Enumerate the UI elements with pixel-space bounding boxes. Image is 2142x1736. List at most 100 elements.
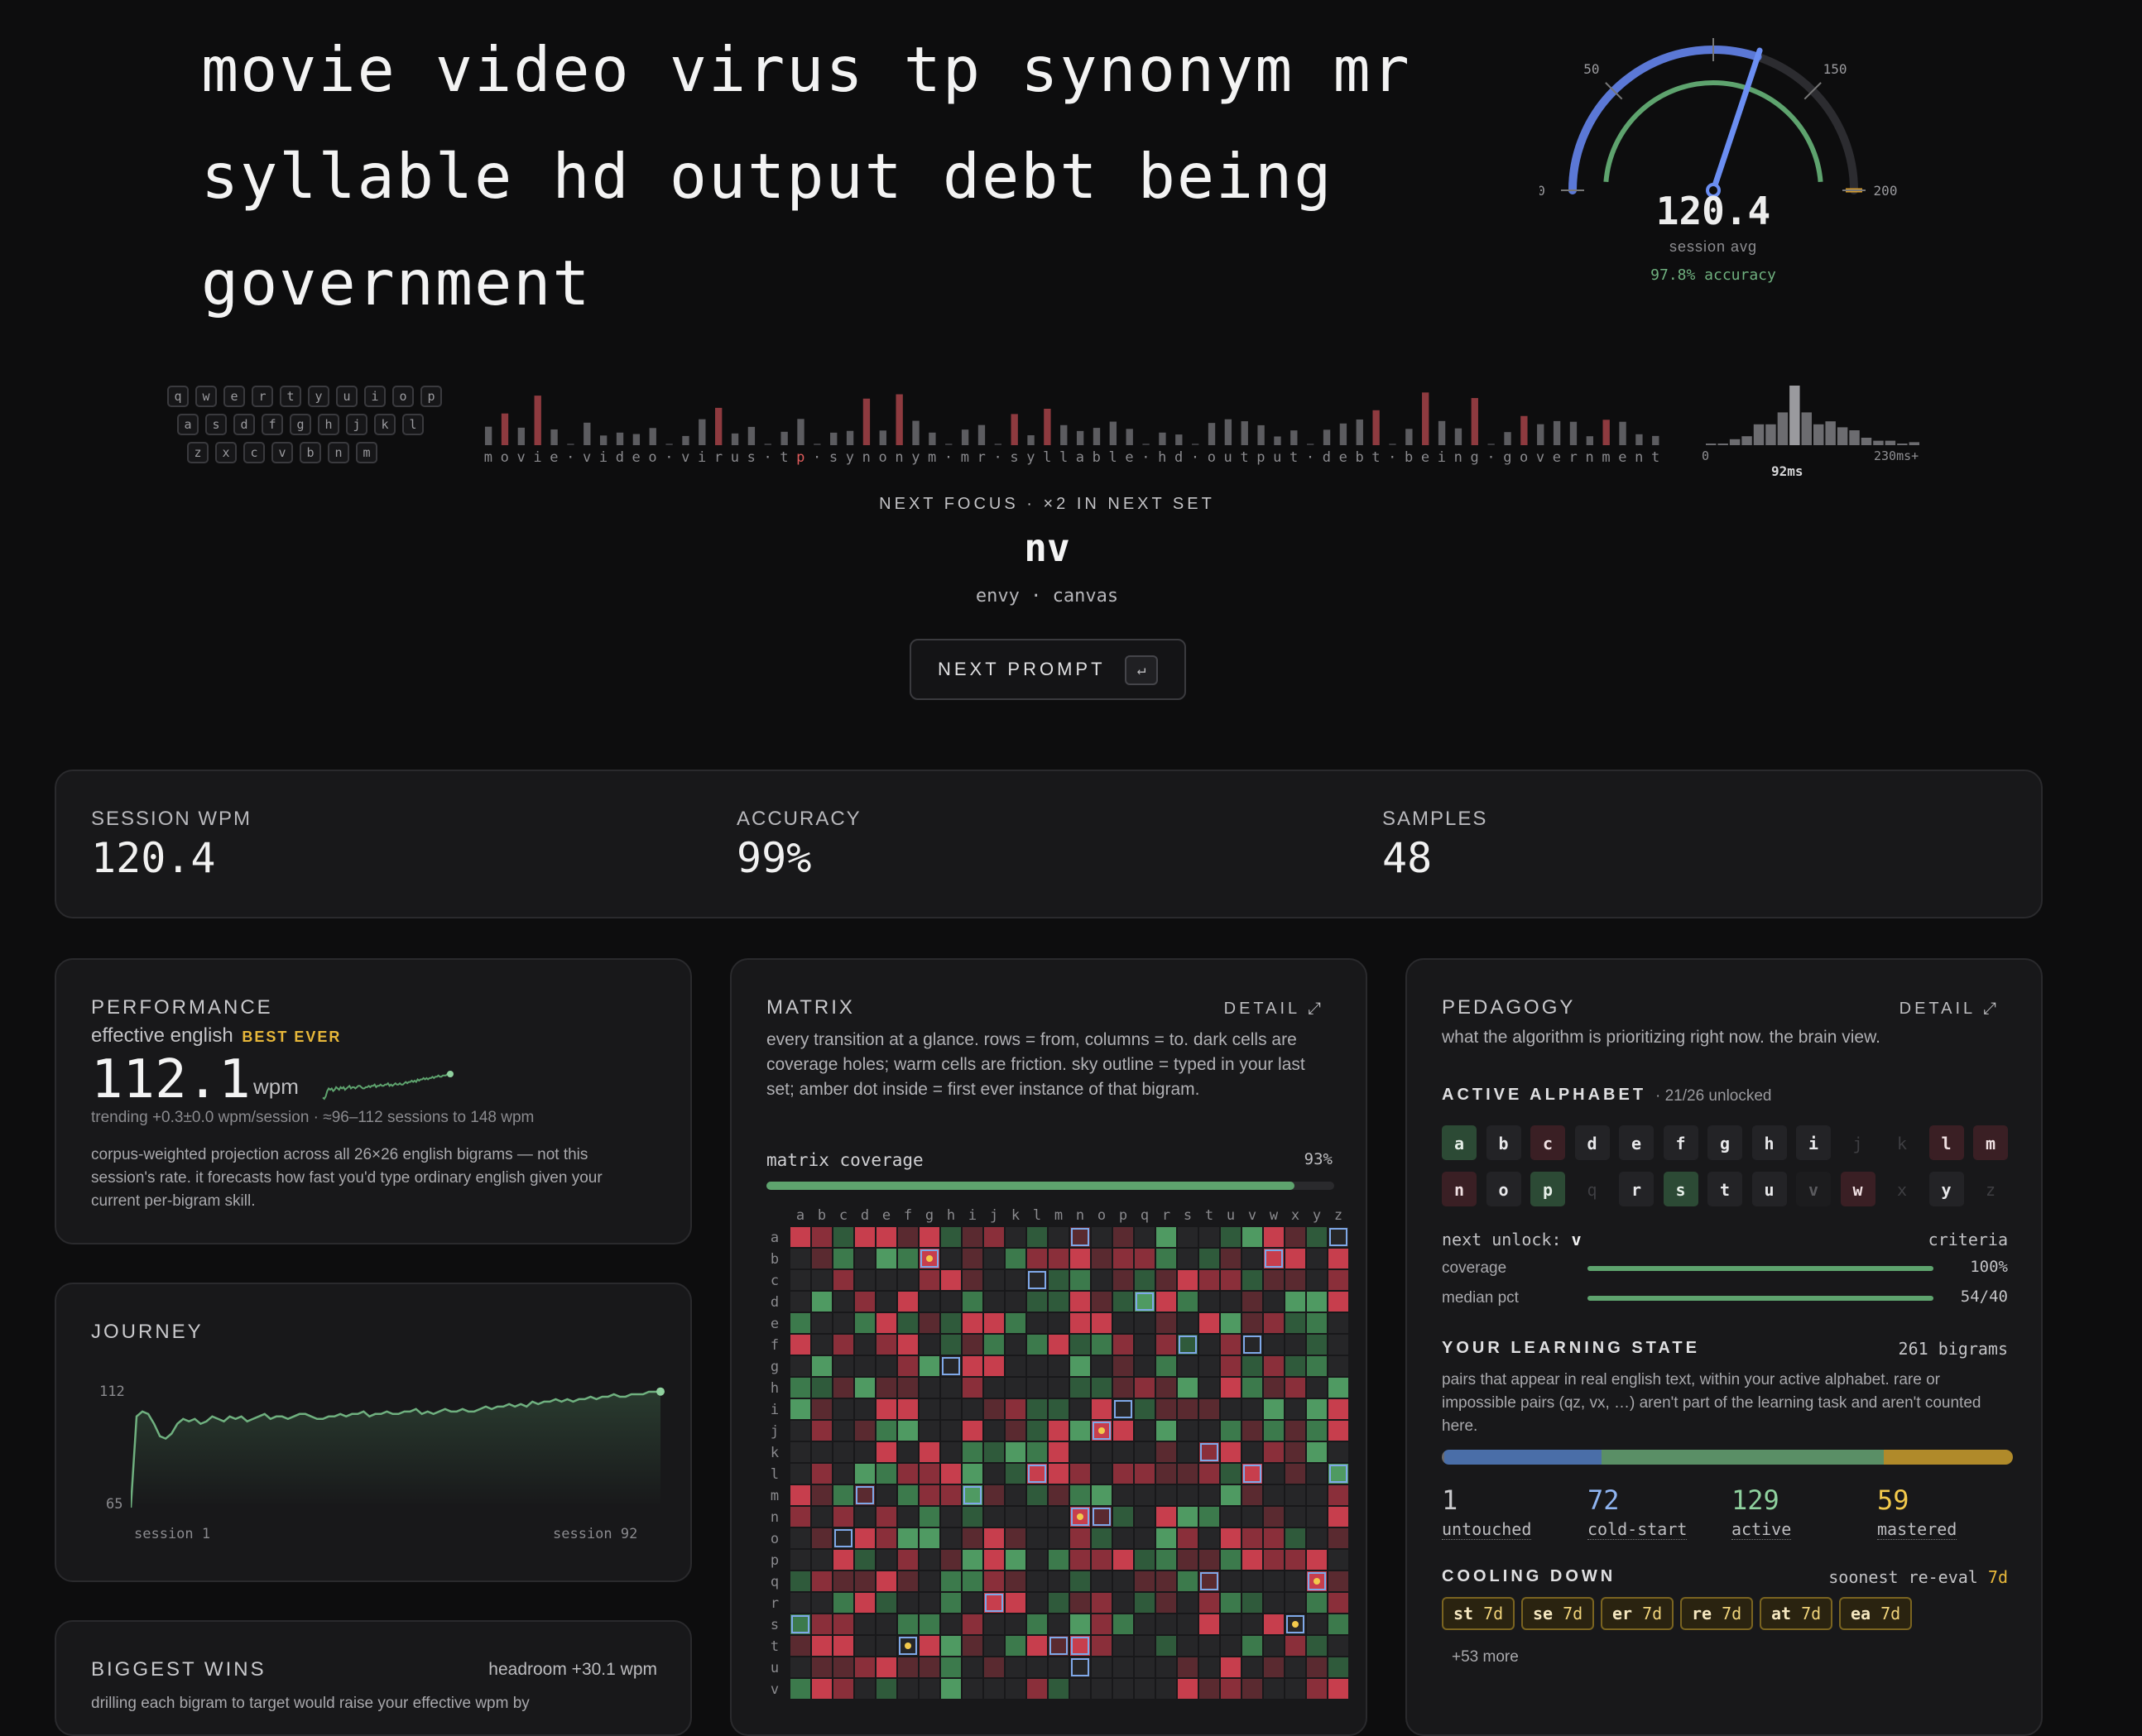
matrix-col-label: u [1227,1207,1235,1224]
matrix-cell [876,1399,896,1419]
matrix-cell [855,1227,875,1247]
cooling-more[interactable]: +53 more [1452,1648,1519,1666]
matrix-cell [963,1550,982,1570]
matrix-cell [1113,1571,1133,1591]
matrix-detail-link[interactable]: DETAIL ⤢ [1224,1000,1324,1019]
matrix-cell [1178,1657,1198,1677]
pedagogy-description: what the algorithm is prioritizing right… [1442,1028,1880,1047]
gauge-tick-label: 100 [1702,25,1726,26]
timeline-bar [1339,423,1347,445]
matrix-cell [1307,1421,1327,1441]
matrix-cell [941,1227,961,1247]
matrix-cell [963,1270,982,1290]
cooling-chip-ea[interactable]: ea 7d [1839,1597,1913,1630]
matrix-cell [1027,1679,1047,1699]
pedagogy-detail-link[interactable]: DETAIL ⤢ [1899,1000,2000,1019]
matrix-cell [1328,1270,1348,1290]
matrix-cell [898,1249,918,1268]
matrix-cell [963,1485,982,1505]
matrix-cell [790,1485,810,1505]
matrix-cell [876,1335,896,1355]
matrix-cell [1178,1270,1198,1290]
matrix-cell [1006,1550,1025,1570]
alphabet-letter-m: m [1973,1125,2008,1160]
matrix-cell [1264,1485,1284,1505]
matrix-cell [812,1292,832,1312]
gauge-tick-label: 0 [1539,183,1545,199]
gauge-track [1568,46,1858,194]
cooling-chip-st[interactable]: st 7d [1442,1597,1515,1630]
matrix-cell [1049,1378,1069,1398]
matrix-cell [1221,1335,1241,1355]
matrix-cell [1049,1679,1069,1699]
matrix-col-label: t [1205,1207,1213,1224]
performance-subtitle-text: effective english [91,1024,233,1047]
matrix-cell [1285,1356,1305,1376]
matrix-cell [855,1335,875,1355]
matrix-cell [984,1421,1004,1441]
timeline-char: · [665,449,673,466]
next-prompt-label: NEXT PROMPT [938,659,1106,679]
alphabet-letter-t: t [1707,1172,1742,1206]
timeline-bar [1422,392,1429,445]
histogram-bar [1813,424,1824,445]
cooling-chip-at[interactable]: at 7d [1760,1597,1833,1630]
matrix-cell [1264,1399,1284,1419]
matrix-cell [1092,1528,1112,1548]
timeline-bar [797,419,804,445]
timeline-bar [1011,414,1018,445]
matrix-cell [790,1528,810,1548]
matrix-cell [963,1399,982,1419]
matrix-cell [1156,1507,1176,1527]
matrix-cell [984,1528,1004,1548]
matrix-cell [790,1421,810,1441]
matrix-cell [1135,1507,1155,1527]
matrix-cell [920,1485,939,1505]
matrix-cell [1178,1227,1198,1247]
cooling-bigram: at [1771,1604,1792,1623]
journey-x-end: session 92 [553,1526,638,1542]
key-k: k [374,414,396,435]
matrix-cell [941,1528,961,1548]
matrix-cell [1070,1356,1090,1376]
matrix-cell [1027,1593,1047,1613]
criteria-coverage-label: coverage [1442,1259,1507,1277]
session-stats-panel: SESSION WPM 120.4 ACCURACY 99% SAMPLES 4… [55,770,2043,918]
matrix-cell [1307,1270,1327,1290]
matrix-cell [1285,1378,1305,1398]
matrix-row-label: t [771,1638,779,1655]
matrix-cell [963,1292,982,1312]
enter-key-icon: ↵ [1125,655,1158,685]
matrix-cell [812,1507,832,1527]
matrix-cell [1264,1227,1284,1247]
matrix-cell [1156,1249,1176,1268]
matrix-cell [898,1485,918,1505]
histogram-bar [1837,427,1848,445]
cooling-chip-er[interactable]: er 7d [1601,1597,1674,1630]
matrix-col-label: m [1054,1207,1063,1224]
timeline-bar [1619,421,1626,445]
matrix-cell [1092,1614,1112,1634]
learning-state-description: pairs that appear in real english text, … [1442,1371,1981,1435]
histogram-bar [1729,439,1741,445]
matrix-row-label: i [771,1402,779,1418]
matrix-cell [1006,1249,1025,1268]
cooling-chip-se[interactable]: se 7d [1521,1597,1595,1630]
gauge-accuracy: 97.8% accuracy [1650,266,1776,284]
matrix-cell [1328,1657,1348,1677]
matrix-cell [1264,1313,1284,1333]
matrix-cell [1113,1464,1133,1484]
next-prompt-button[interactable]: NEXT PROMPT ↵ [910,639,1186,700]
matrix-cell [1113,1227,1133,1247]
matrix-cell [1307,1442,1327,1462]
matrix-cell [1328,1636,1348,1656]
matrix-cell [833,1442,853,1462]
matrix-cell [963,1657,982,1677]
matrix-cell [920,1528,939,1548]
matrix-cell [1199,1378,1219,1398]
matrix-cell [1027,1657,1047,1677]
matrix-cell [812,1356,832,1376]
matrix-cell [1328,1378,1348,1398]
cooling-chip-re[interactable]: re 7d [1680,1597,1754,1630]
matrix-cell [1328,1249,1348,1268]
